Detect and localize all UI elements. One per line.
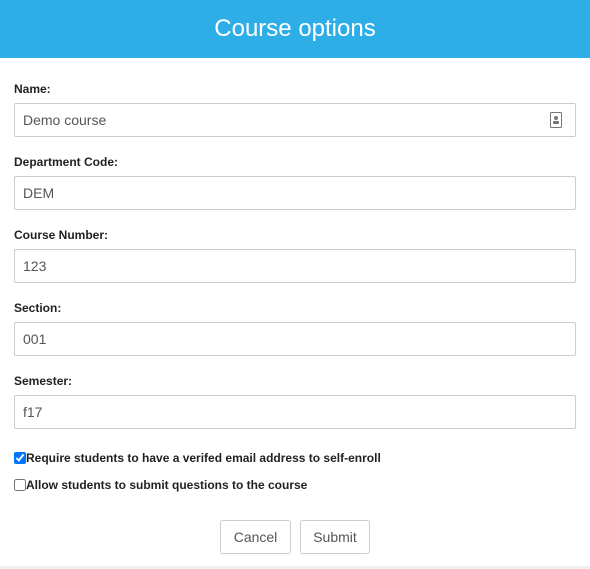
department-code-input[interactable] xyxy=(14,176,576,210)
dialog-header: Course options xyxy=(0,0,590,58)
verified-email-checkbox[interactable] xyxy=(14,452,26,464)
contact-card-icon[interactable] xyxy=(549,111,563,129)
dialog-title: Course options xyxy=(214,15,376,42)
semester-input[interactable] xyxy=(14,395,576,429)
course-number-label: Course Number: xyxy=(14,228,109,242)
section-input[interactable] xyxy=(14,322,576,356)
submit-questions-checkbox[interactable] xyxy=(14,479,26,491)
submit-questions-label[interactable]: Allow students to submit questions to th… xyxy=(26,478,307,492)
submit-button[interactable]: Submit xyxy=(300,520,370,554)
verified-email-label[interactable]: Require students to have a verifed email… xyxy=(26,451,381,465)
course-number-input[interactable] xyxy=(14,249,576,283)
semester-label: Semester: xyxy=(14,374,73,388)
course-options-dialog: Course options Name: Department Code: Co… xyxy=(0,0,590,569)
verified-email-option: Require students to have a verifed email… xyxy=(14,451,381,465)
section-label: Section: xyxy=(14,301,62,315)
name-label: Name: xyxy=(14,82,51,96)
submit-questions-option: Allow students to submit questions to th… xyxy=(14,478,307,492)
name-input[interactable] xyxy=(14,103,576,137)
cancel-button[interactable]: Cancel xyxy=(220,520,291,554)
department-code-label: Department Code: xyxy=(14,155,119,169)
